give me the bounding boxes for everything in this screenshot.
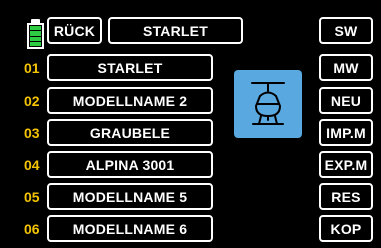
- row-number: 03: [24, 124, 40, 141]
- row-number: 06: [24, 220, 40, 237]
- model-select-screen: RÜCK STARLET 01 STARLET 02 MODELLNAME 2 …: [0, 0, 381, 248]
- model-slot-button[interactable]: MODELLNAME 2: [47, 87, 213, 114]
- battery-body: [27, 23, 44, 49]
- model-slot-button[interactable]: ALPINA 3001: [47, 151, 213, 178]
- model-slot-button[interactable]: MODELLNAME 5: [47, 183, 213, 210]
- import-model-button[interactable]: IMP.M: [319, 119, 373, 146]
- sw-button[interactable]: SW: [319, 17, 373, 44]
- model-type-tile: [234, 70, 302, 138]
- copy-button[interactable]: KOP: [319, 215, 373, 242]
- row-number: 04: [24, 156, 40, 173]
- back-button[interactable]: RÜCK: [47, 17, 102, 44]
- battery-icon: [27, 19, 44, 49]
- new-button[interactable]: NEU: [319, 87, 373, 114]
- row-number: 02: [24, 92, 40, 109]
- battery-segment: [30, 36, 41, 41]
- model-slot-button[interactable]: MODELLNAME 6: [47, 215, 213, 242]
- current-model-button[interactable]: STARLET: [108, 17, 243, 44]
- model-slot-button[interactable]: STARLET: [47, 54, 213, 81]
- battery-segment: [30, 41, 41, 46]
- model-slot-button[interactable]: GRAUBELE: [47, 119, 213, 146]
- reset-button[interactable]: RES: [319, 183, 373, 210]
- helicopter-icon: [251, 82, 285, 125]
- battery-segment: [30, 31, 41, 36]
- row-number: 05: [24, 188, 40, 205]
- row-number: 01: [24, 59, 40, 76]
- export-model-button[interactable]: EXP.M: [319, 151, 373, 178]
- mw-button[interactable]: MW: [319, 54, 373, 81]
- battery-segment: [30, 26, 41, 31]
